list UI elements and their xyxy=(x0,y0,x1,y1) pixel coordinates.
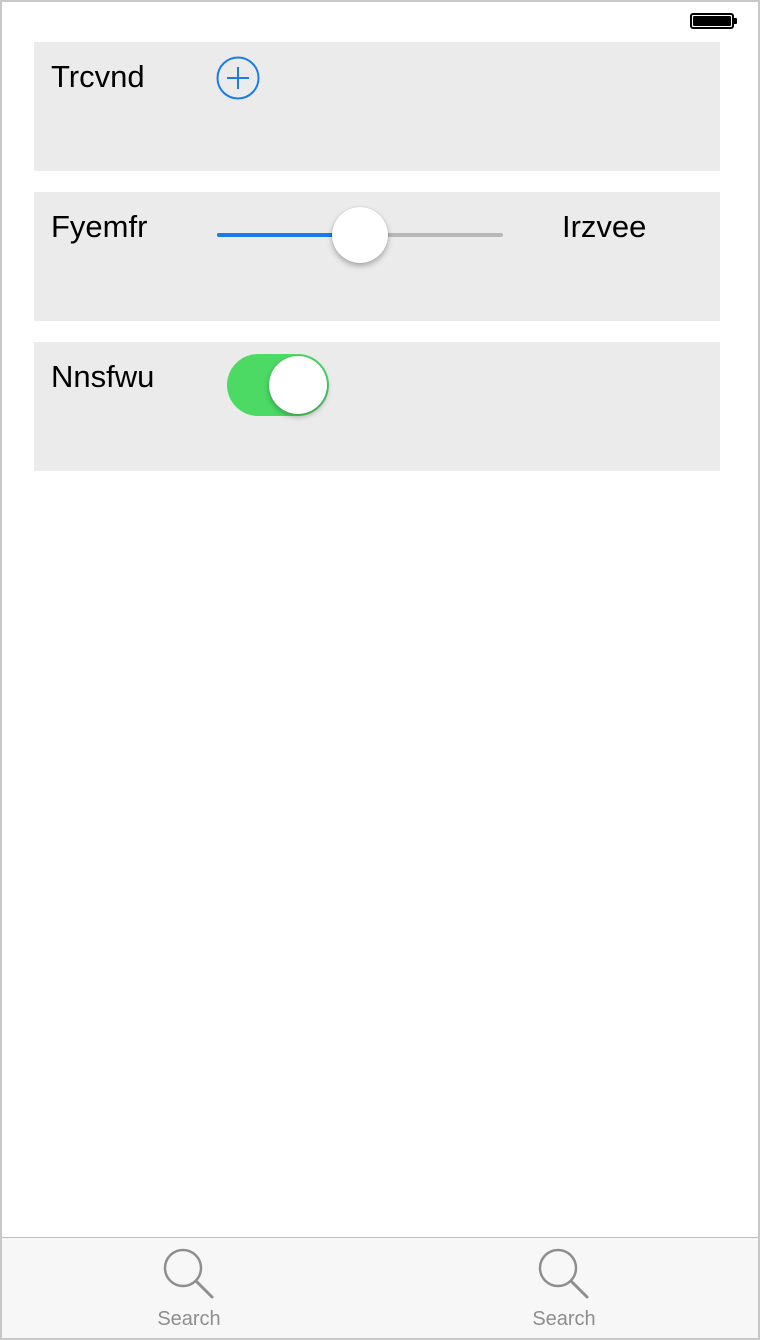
tab-label: Search xyxy=(532,1308,596,1330)
tab-search-1[interactable]: Search xyxy=(89,1238,289,1338)
status-bar xyxy=(2,2,758,42)
tab-label: Search xyxy=(157,1308,221,1330)
tab-search-2[interactable]: Search xyxy=(464,1238,664,1338)
toggle-switch[interactable] xyxy=(227,354,329,416)
row-trcvnd: Trcvnd xyxy=(34,42,720,171)
row-label: Fyemfr xyxy=(51,209,148,244)
app-screen: Trcvnd Fyemfr Irzvee Nnsfwu Search Searc… xyxy=(0,0,760,1340)
plus-circle-icon xyxy=(216,56,260,100)
add-button[interactable] xyxy=(216,56,260,100)
row-fyemfr: Fyemfr Irzvee xyxy=(34,192,720,321)
slider-max-label: Irzvee xyxy=(562,209,647,244)
slider-thumb[interactable] xyxy=(332,207,388,263)
toggle-knob xyxy=(269,356,327,414)
row-nnsfwu: Nnsfwu xyxy=(34,342,720,471)
search-icon xyxy=(538,1248,589,1299)
value-slider[interactable] xyxy=(217,204,503,264)
row-label: Trcvnd xyxy=(51,59,145,94)
search-icon xyxy=(163,1248,214,1299)
row-label: Nnsfwu xyxy=(51,359,155,394)
battery-icon xyxy=(690,13,737,29)
tab-bar: Search Search xyxy=(2,1237,758,1338)
